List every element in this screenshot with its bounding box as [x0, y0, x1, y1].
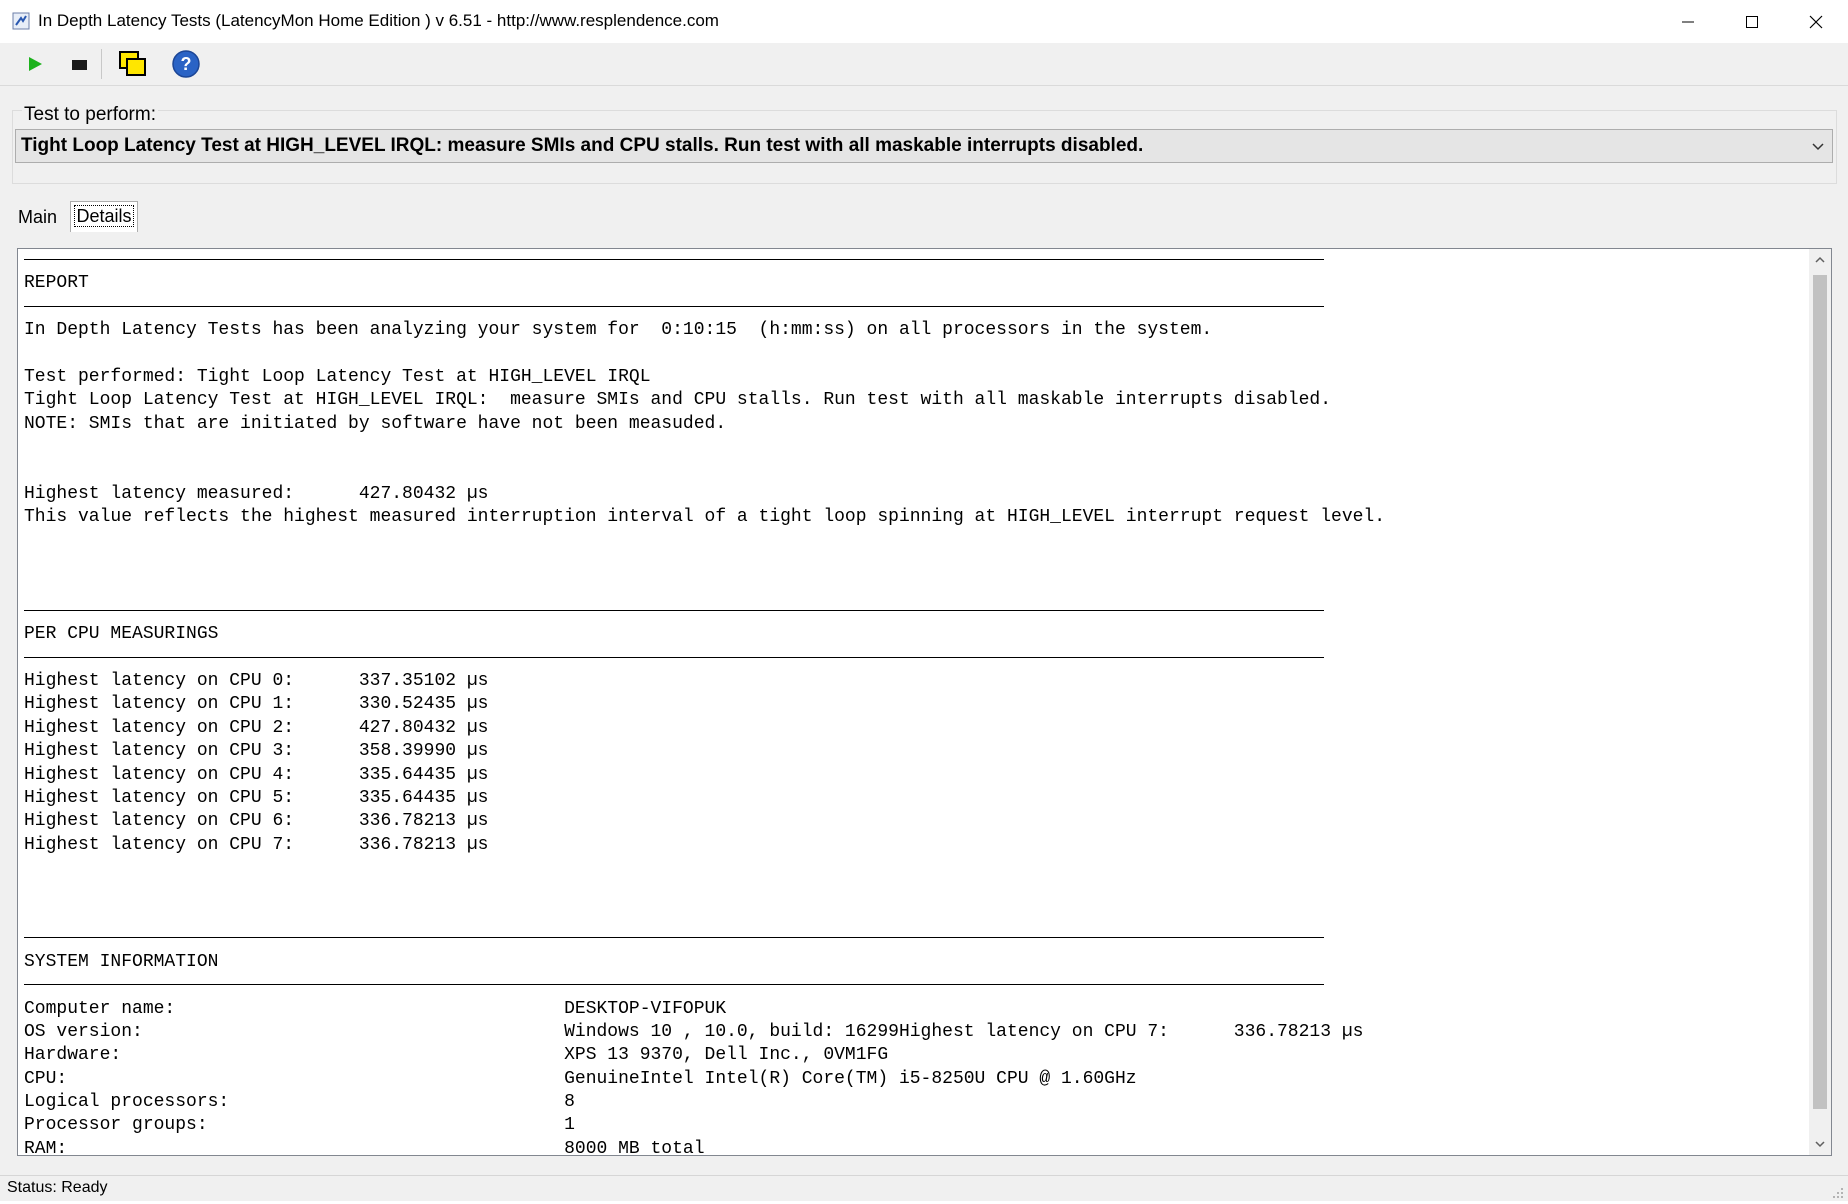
status-bar: Status: Ready	[0, 1175, 1848, 1201]
chevron-down-icon	[1815, 1141, 1825, 1148]
cpu-latency-line: Highest latency on CPU 5: 335.64435 µs	[24, 787, 489, 808]
report-text-panel[interactable]: REPORT In Depth Latency Tests has been a…	[17, 248, 1832, 1156]
divider	[24, 600, 1804, 623]
system-info-line: Computer name: DESKTOP-VIFOPUK	[24, 998, 727, 1019]
system-info-line: Hardware: XPS 13 9370, Dell Inc., 0VM1FG	[24, 1045, 889, 1066]
scroll-down-button[interactable]	[1809, 1133, 1831, 1155]
tab-details-label: Details	[74, 205, 134, 227]
system-info-heading: SYSTEM INFORMATION	[24, 951, 219, 972]
reflects-line: This value reflects the highest measured…	[24, 507, 1386, 528]
divider	[24, 974, 1804, 997]
svg-text:?: ?	[181, 54, 192, 74]
toolbar: ?	[0, 43, 1848, 86]
analyzing-line: In Depth Latency Tests has been analyzin…	[24, 320, 1213, 341]
window-title: In Depth Latency Tests (LatencyMon Home …	[38, 11, 719, 30]
system-info-line: Logical processors: 8	[24, 1092, 575, 1113]
note-line: NOTE: SMIs that are initiated by softwar…	[24, 413, 727, 434]
divider	[24, 927, 1804, 950]
toolbar-separator	[101, 49, 102, 79]
test-select-value: Tight Loop Latency Test at HIGH_LEVEL IR…	[21, 135, 1144, 156]
close-button[interactable]	[1786, 0, 1846, 43]
resize-grip-icon[interactable]	[1832, 1186, 1844, 1198]
status-text: Status: Ready	[7, 1179, 108, 1196]
minimize-icon	[1682, 21, 1694, 22]
play-icon	[29, 57, 42, 71]
vertical-scrollbar[interactable]	[1809, 249, 1831, 1155]
tab-main[interactable]: Main	[10, 203, 65, 232]
cpu-latency-line: Highest latency on CPU 4: 335.64435 µs	[24, 764, 489, 785]
chevron-down-icon	[1810, 138, 1826, 154]
test-performed-line: Test performed: Tight Loop Latency Test …	[24, 366, 651, 387]
report-text: REPORT In Depth Latency Tests has been a…	[24, 249, 1804, 1156]
divider	[24, 296, 1804, 319]
title-bar: In Depth Latency Tests (LatencyMon Home …	[0, 0, 1848, 43]
maximize-button[interactable]	[1722, 0, 1782, 43]
highest-latency-line: Highest latency measured: 427.80432 µs	[24, 483, 489, 504]
cpu-latency-line: Highest latency on CPU 1: 330.52435 µs	[24, 694, 489, 715]
minimize-button[interactable]	[1658, 0, 1718, 43]
cpu-latency-line: Highest latency on CPU 0: 337.35102 µs	[24, 671, 489, 692]
help-button[interactable]: ?	[169, 49, 203, 79]
copy-windows-button[interactable]	[116, 49, 150, 79]
system-info-line: OS version: Windows 10 , 10.0, build: 16…	[24, 1021, 1364, 1042]
per-cpu-heading: PER CPU MEASURINGS	[24, 624, 219, 645]
maximize-icon	[1746, 15, 1758, 28]
cpu-latency-line: Highest latency on CPU 2: 427.80432 µs	[24, 717, 489, 738]
cpu-latency-line: Highest latency on CPU 3: 358.39990 µs	[24, 741, 489, 762]
copy-windows-icon	[119, 51, 146, 76]
help-icon: ?	[172, 50, 200, 78]
scrollbar-thumb[interactable]	[1813, 275, 1827, 1109]
tab-details[interactable]: Details	[70, 201, 138, 232]
stop-icon	[72, 60, 87, 70]
test-description-line: Tight Loop Latency Test at HIGH_LEVEL IR…	[24, 390, 1332, 411]
divider	[24, 647, 1804, 670]
report-heading: REPORT	[24, 273, 89, 294]
start-button[interactable]	[18, 49, 52, 79]
test-select[interactable]: Tight Loop Latency Test at HIGH_LEVEL IR…	[15, 129, 1833, 163]
system-info-line: RAM: 8000 MB total	[24, 1138, 705, 1156]
divider	[24, 249, 1804, 272]
stop-button[interactable]	[62, 49, 96, 79]
main-area: Test to perform: Tight Loop Latency Test…	[0, 86, 1848, 1175]
system-info-line: CPU: GenuineIntel Intel(R) Core(TM) i5-8…	[24, 1068, 1137, 1089]
app-icon	[12, 12, 30, 30]
chevron-up-icon	[1815, 256, 1825, 263]
cpu-latency-line: Highest latency on CPU 7: 336.78213 µs	[24, 834, 489, 855]
test-to-perform-label: Test to perform:	[22, 104, 158, 126]
cpu-latency-line: Highest latency on CPU 6: 336.78213 µs	[24, 811, 489, 832]
system-info-line: Processor groups: 1	[24, 1115, 575, 1136]
close-icon	[1809, 15, 1823, 28]
scroll-up-button[interactable]	[1809, 249, 1831, 271]
